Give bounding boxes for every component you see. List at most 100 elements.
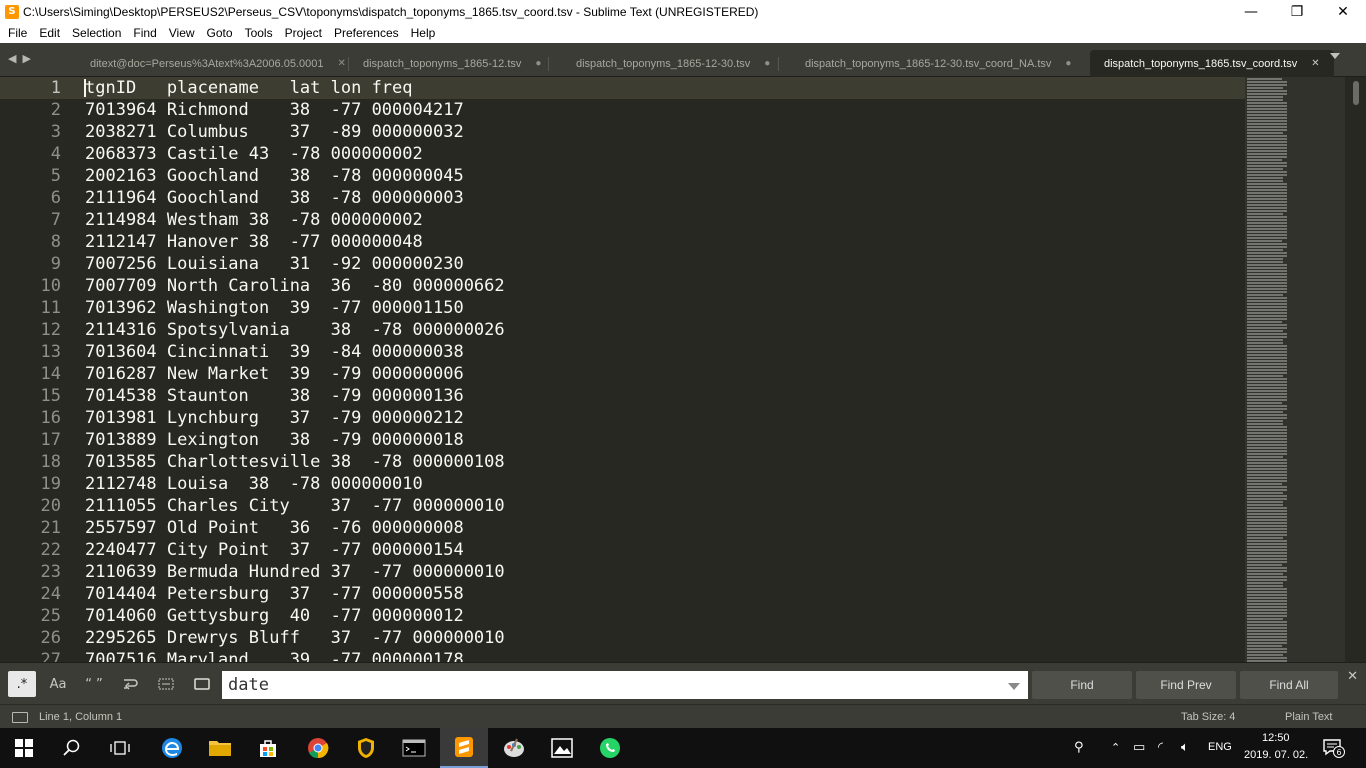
menu-edit[interactable]: Edit <box>33 26 66 40</box>
clock-time[interactable]: 12:50 <box>1262 732 1290 744</box>
menu-file[interactable]: File <box>2 26 33 40</box>
code-line[interactable]: 2114316 Spotsylvania 38 -78 000000026 <box>85 319 505 341</box>
code-line[interactable]: 2068373 Castile 43 -78 000000002 <box>85 143 423 165</box>
task-view-button[interactable] <box>96 728 144 768</box>
code-line[interactable]: 7013981 Lynchburg 37 -79 000000212 <box>85 407 464 429</box>
vertical-scrollbar[interactable] <box>1352 81 1360 658</box>
taskbar-photos[interactable] <box>538 728 586 768</box>
tab-size-indicator[interactable]: Tab Size: 4 <box>1181 711 1235 723</box>
volume-icon[interactable]: 🔈︎ <box>1181 740 1189 755</box>
taskbar-chrome[interactable] <box>294 728 342 768</box>
minimize-button[interactable]: — <box>1228 0 1274 23</box>
code-line[interactable]: 2112147 Hanover 38 -77 000000048 <box>85 231 423 253</box>
code-line[interactable]: 2295265 Drewrys Bluff 37 -77 000000010 <box>85 627 505 649</box>
minimap[interactable] <box>1245 77 1345 662</box>
menu-tools[interactable]: Tools <box>239 26 279 40</box>
scrollbar-thumb[interactable] <box>1353 81 1359 105</box>
tab-dispatch-1865-12-30-coord-na[interactable]: dispatch_toponyms_1865-12-30.tsv_coord_N… <box>791 50 1085 77</box>
minimap-line <box>1247 405 1287 407</box>
find-history-dropdown-icon[interactable] <box>1008 683 1020 690</box>
code-line[interactable]: tgnID placename lat lon freq <box>85 77 413 99</box>
menu-project[interactable]: Project <box>279 26 328 40</box>
code-line[interactable]: 7013964 Richmond 38 -77 000004217 <box>85 99 464 121</box>
code-line[interactable]: 2557597 Old Point 36 -76 000000008 <box>85 517 464 539</box>
tab-next-arrow-icon[interactable]: ▶ <box>22 52 30 65</box>
find-all-button[interactable]: Find All <box>1240 671 1338 699</box>
find-prev-button[interactable]: Find Prev <box>1136 671 1236 699</box>
minimap-line <box>1247 447 1287 449</box>
taskbar-paint[interactable] <box>490 728 538 768</box>
maximize-button[interactable]: ❐ <box>1274 0 1320 23</box>
tab-unsaved-dot-icon[interactable]: ● <box>535 58 541 69</box>
syntax-indicator[interactable]: Plain Text <box>1285 711 1333 723</box>
language-indicator[interactable]: ENG <box>1208 741 1232 753</box>
tab-unsaved-dot-icon[interactable]: ● <box>764 58 770 69</box>
editor-area[interactable]: 1 2 3 4 5 6 7 8 9 10 11 12 13 14 15 16 17 18 19 20 21 22 23 24 2… <box>0 77 1366 662</box>
menu-goto[interactable]: Goto <box>201 26 239 40</box>
code-line[interactable]: 2038271 Columbus 37 -89 000000032 <box>85 121 464 143</box>
tab-dispatch-1865-coord[interactable]: dispatch_toponyms_1865.tsv_coord.tsv ✕ <box>1090 50 1334 77</box>
tray-expand-icon[interactable]: ⌃ <box>1111 741 1120 754</box>
code-line[interactable]: 7016287 New Market 39 -79 000000006 <box>85 363 464 385</box>
code-line[interactable]: 7014538 Staunton 38 -79 000000136 <box>85 385 464 407</box>
menu-find[interactable]: Find <box>127 26 162 40</box>
code-line[interactable]: 7013585 Charlottesville 38 -78 000000108 <box>85 451 505 473</box>
code-line[interactable]: 7007256 Louisiana 31 -92 000000230 <box>85 253 464 275</box>
tab-list-dropdown-icon[interactable] <box>1330 53 1340 59</box>
menu-view[interactable]: View <box>163 26 201 40</box>
code-line[interactable]: 2111964 Goochland 38 -78 000000003 <box>85 187 464 209</box>
tab-dispatch-1865-12-30[interactable]: dispatch_toponyms_1865-12-30.tsv ● <box>562 50 784 77</box>
close-button[interactable]: ✕ <box>1320 0 1366 23</box>
code-line[interactable]: 7013962 Washington 39 -77 000001150 <box>85 297 464 319</box>
find-button[interactable]: Find <box>1032 671 1132 699</box>
taskbar-sublime-text[interactable] <box>440 728 488 768</box>
panel-toggle-icon[interactable] <box>12 712 28 723</box>
code-line[interactable]: 2110639 Bermuda Hundred 37 -77 000000010 <box>85 561 505 583</box>
minimap-line <box>1247 267 1287 269</box>
search-button[interactable] <box>48 728 96 768</box>
menu-preferences[interactable]: Preferences <box>328 26 405 40</box>
in-selection-toggle-button[interactable] <box>152 671 180 697</box>
code-line[interactable]: 2112748 Louisa 38 -78 000000010 <box>85 473 423 495</box>
clock-date[interactable]: 2019. 07. 02. <box>1244 749 1308 761</box>
regex-toggle-button[interactable]: .* <box>8 671 36 697</box>
tab-close-icon[interactable]: ✕ <box>1311 58 1319 69</box>
highlight-matches-toggle-button[interactable] <box>188 671 216 697</box>
taskbar-file-explorer[interactable] <box>196 728 244 768</box>
whole-word-toggle-button[interactable]: “ ” <box>80 671 108 697</box>
tab-ditext[interactable]: ditext@doc=Perseus%3Atext%3A2006.05.0001… <box>76 50 360 77</box>
code-line[interactable]: 7007709 North Carolina 36 -80 000000662 <box>85 275 505 297</box>
line-number: 24 <box>40 584 61 604</box>
taskbar-whatsapp[interactable] <box>586 728 634 768</box>
code-line[interactable]: 2111055 Charles City 37 -77 000000010 <box>85 495 505 517</box>
code-line[interactable]: 2114984 Westham 38 -78 000000002 <box>85 209 423 231</box>
code-line[interactable]: 2240477 City Point 37 -77 000000154 <box>85 539 464 561</box>
taskbar-store[interactable] <box>244 728 292 768</box>
tab-dispatch-1865-12[interactable]: dispatch_toponyms_1865-12.tsv ● <box>349 50 555 77</box>
case-sensitive-toggle-button[interactable]: Aa <box>44 671 72 697</box>
taskbar-edge[interactable] <box>148 728 196 768</box>
action-center-button[interactable]: 6 <box>1322 738 1345 758</box>
start-button[interactable] <box>0 728 48 768</box>
taskbar-command-prompt[interactable] <box>390 728 438 768</box>
people-icon[interactable]: ⚲ <box>1074 740 1084 755</box>
sublime-text-icon <box>455 737 473 757</box>
code-line[interactable]: 7014060 Gettysburg 40 -77 000000012 <box>85 605 464 627</box>
taskbar-security[interactable] <box>342 728 390 768</box>
menu-selection[interactable]: Selection <box>66 26 127 40</box>
wrap-toggle-button[interactable] <box>116 671 144 697</box>
battery-icon[interactable]: ▭ <box>1133 740 1145 755</box>
tab-prev-arrow-icon[interactable]: ◀ <box>8 52 16 65</box>
minimap-line <box>1247 564 1282 566</box>
tab-close-icon[interactable]: ✕ <box>337 58 345 69</box>
code-line[interactable]: 7013604 Cincinnati 39 -84 000000038 <box>85 341 464 363</box>
code-line[interactable]: 7014404 Petersburg 37 -77 000000558 <box>85 583 464 605</box>
code-line[interactable]: 7013889 Lexington 38 -79 000000018 <box>85 429 464 451</box>
find-input[interactable] <box>222 671 1028 699</box>
find-panel-close-icon[interactable]: ✕ <box>1347 669 1358 684</box>
code-line[interactable]: 2002163 Goochland 38 -78 000000045 <box>85 165 464 187</box>
code-line[interactable]: 7007516 Maryland 39 -77 000000178 <box>85 649 464 662</box>
menu-help[interactable]: Help <box>405 26 442 40</box>
wifi-icon[interactable]: ◜ <box>1158 740 1163 755</box>
tab-unsaved-dot-icon[interactable]: ● <box>1065 58 1071 69</box>
